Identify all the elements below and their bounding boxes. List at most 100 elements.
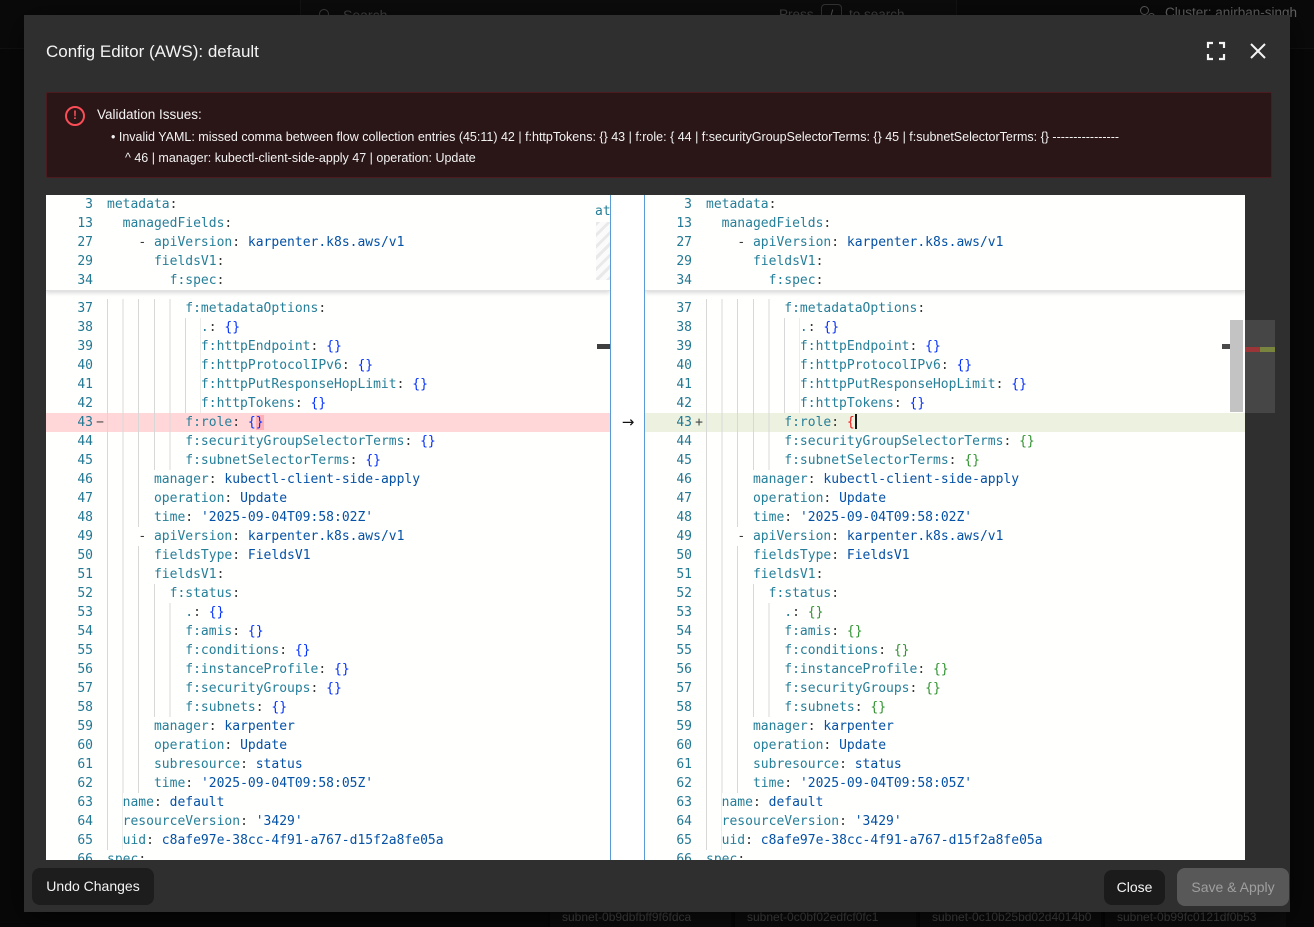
code-token: : (256, 700, 272, 715)
code-text: fieldsType: FieldsV1 (107, 546, 610, 565)
code-line[interactable]: 52 f:status: (645, 584, 1245, 603)
code-line[interactable]: 51 fieldsV1: (46, 565, 610, 584)
modified-code-area[interactable]: 37 f:metadataOptions:38 .: {}39 f:httpEn… (645, 290, 1245, 860)
code-line[interactable]: 53 .: {} (46, 603, 610, 622)
code-line[interactable]: 60 operation: Update (46, 736, 610, 755)
line-number: 50 (46, 546, 93, 565)
code-line[interactable]: 48 time: '2025-09-04T09:58:02Z' (645, 508, 1245, 527)
diff-original-pane[interactable]: 3metadata:13 managedFields:27 - apiVersi… (46, 195, 610, 860)
code-text: managedFields: (107, 214, 610, 233)
code-token: f:amis (185, 624, 232, 639)
line-number: 29 (46, 252, 93, 271)
code-line[interactable]: 64 resourceVersion: '3429' (645, 812, 1245, 831)
code-line[interactable]: 58 f:subnets: {} (645, 698, 1245, 717)
code-token: : (209, 472, 225, 487)
code-line[interactable]: 44 f:securityGroupSelectorTerms: {} (46, 432, 610, 451)
code-line[interactable]: 59 manager: karpenter (46, 717, 610, 736)
code-line[interactable]: 66spec: (645, 850, 1245, 860)
code-text: manager: kubectl-client-side-apply (706, 470, 1245, 489)
code-line[interactable]: 42 f:httpTokens: {} (645, 394, 1245, 413)
save-apply-button-disabled[interactable]: Save & Apply (1177, 868, 1289, 906)
code-line[interactable]: 55 f:conditions: {} (46, 641, 610, 660)
code-line[interactable]: 64 resourceVersion: '3429' (46, 812, 610, 831)
code-text: f:conditions: {} (706, 641, 1245, 660)
diff-marker (93, 337, 107, 356)
code-line[interactable]: 52 f:status: (46, 584, 610, 603)
revert-arrow-icon[interactable]: → (618, 413, 638, 432)
code-line[interactable]: 55 f:conditions: {} (645, 641, 1245, 660)
code-line[interactable]: 48 time: '2025-09-04T09:58:02Z' (46, 508, 610, 527)
code-line[interactable]: 61 subresource: status (46, 755, 610, 774)
code-line[interactable]: 57 f:securityGroups: {} (645, 679, 1245, 698)
code-line[interactable]: 38 .: {} (46, 318, 610, 337)
original-code-area[interactable]: 37 f:metadataOptions:38 .: {}39 f:httpEn… (46, 290, 610, 860)
code-line[interactable]: 45 f:subnetSelectorTerms: {} (46, 451, 610, 470)
line-number: 57 (46, 679, 93, 698)
code-line[interactable]: 47 operation: Update (645, 489, 1245, 508)
code-token: : (240, 814, 256, 829)
code-line[interactable]: 50 fieldsType: FieldsV1 (46, 546, 610, 565)
code-line[interactable]: 62 time: '2025-09-04T09:58:05Z' (46, 774, 610, 793)
code-line[interactable]: 37 f:metadataOptions: (645, 299, 1245, 318)
code-line[interactable]: 57 f:securityGroups: {} (46, 679, 610, 698)
code-line[interactable]: 62 time: '2025-09-04T09:58:05Z' (645, 774, 1245, 793)
close-modal-button[interactable] (1244, 37, 1272, 65)
code-text: metadata: (706, 195, 1245, 214)
code-line[interactable]: 56 f:instanceProfile: {} (46, 660, 610, 679)
close-button[interactable]: Close (1104, 870, 1165, 905)
code-line[interactable]: 49 - apiVersion: karpenter.k8s.aws/v1 (645, 527, 1245, 546)
diff-marker (93, 375, 107, 394)
code-line[interactable]: 38 .: {} (645, 318, 1245, 337)
code-line[interactable]: 46 manager: kubectl-client-side-apply (46, 470, 610, 489)
code-line[interactable]: 54 f:amis: {} (46, 622, 610, 641)
code-line[interactable]: 51 fieldsV1: (645, 565, 1245, 584)
code-line[interactable]: 63 name: default (645, 793, 1245, 812)
vertical-scrollbar-thumb[interactable] (1230, 320, 1243, 412)
code-line[interactable]: 61 subresource: status (645, 755, 1245, 774)
code-line[interactable]: 42 f:httpTokens: {} (46, 394, 610, 413)
code-text: time: '2025-09-04T09:58:05Z' (107, 774, 610, 793)
code-line[interactable]: 40 f:httpProtocolIPv6: {} (46, 356, 610, 375)
code-token: . (784, 605, 792, 620)
code-token: : (185, 776, 201, 791)
code-line[interactable]: 58 f:subnets: {} (46, 698, 610, 717)
code-token: : (397, 377, 413, 392)
diff-modified-pane[interactable]: 3metadata:13 managedFields:27 - apiVersi… (645, 195, 1245, 860)
code-line[interactable]: 65 uid: c8afe97e-38cc-4f91-a767-d15f2a8f… (46, 831, 610, 850)
code-line[interactable]: 49 - apiVersion: karpenter.k8s.aws/v1 (46, 527, 610, 546)
code-line[interactable]: 59 manager: karpenter (645, 717, 1245, 736)
code-line[interactable]: 43+ f:role: { (645, 413, 1245, 432)
code-line[interactable]: 39 f:httpEndpoint: {} (46, 337, 610, 356)
undo-changes-button[interactable]: Undo Changes (32, 868, 154, 905)
code-line[interactable]: 47 operation: Update (46, 489, 610, 508)
diff-marker (692, 394, 706, 413)
code-line[interactable]: 50 fieldsType: FieldsV1 (645, 546, 1245, 565)
indent-guides (706, 565, 753, 584)
code-line[interactable]: 63 name: default (46, 793, 610, 812)
fullscreen-button[interactable] (1202, 37, 1230, 65)
code-line[interactable]: 54 f:amis: {} (645, 622, 1245, 641)
code-line[interactable]: 45 f:subnetSelectorTerms: {} (645, 451, 1245, 470)
diff-marker: − (93, 413, 107, 432)
indent-guides (107, 356, 201, 375)
code-line[interactable]: 53 .: {} (645, 603, 1245, 622)
code-line[interactable]: 46 manager: kubectl-client-side-apply (645, 470, 1245, 489)
code-token: '2025-09-04T09:58:05Z' (800, 776, 972, 791)
code-line[interactable]: 66spec: (46, 850, 610, 860)
code-line[interactable]: 39 f:httpEndpoint: {} (645, 337, 1245, 356)
code-line[interactable]: 60 operation: Update (645, 736, 1245, 755)
diff-marker (93, 755, 107, 774)
diff-splitter-sash[interactable] (610, 195, 645, 860)
code-line[interactable]: 41 f:httpPutResponseHopLimit: {} (46, 375, 610, 394)
code-line[interactable]: 37 f:metadataOptions: (46, 299, 610, 318)
code-line[interactable]: 43− f:role: {} (46, 413, 610, 432)
diff-overview-ruler[interactable] (1245, 320, 1275, 413)
code-line[interactable]: 40 f:httpProtocolIPv6: {} (645, 356, 1245, 375)
diff-marker (692, 432, 706, 451)
code-token: {} (1011, 377, 1027, 392)
line-number: 62 (46, 774, 93, 793)
code-line[interactable]: 65 uid: c8afe97e-38cc-4f91-a767-d15f2a8f… (645, 831, 1245, 850)
code-line[interactable]: 41 f:httpPutResponseHopLimit: {} (645, 375, 1245, 394)
code-line[interactable]: 56 f:instanceProfile: {} (645, 660, 1245, 679)
code-line[interactable]: 44 f:securityGroupSelectorTerms: {} (645, 432, 1245, 451)
